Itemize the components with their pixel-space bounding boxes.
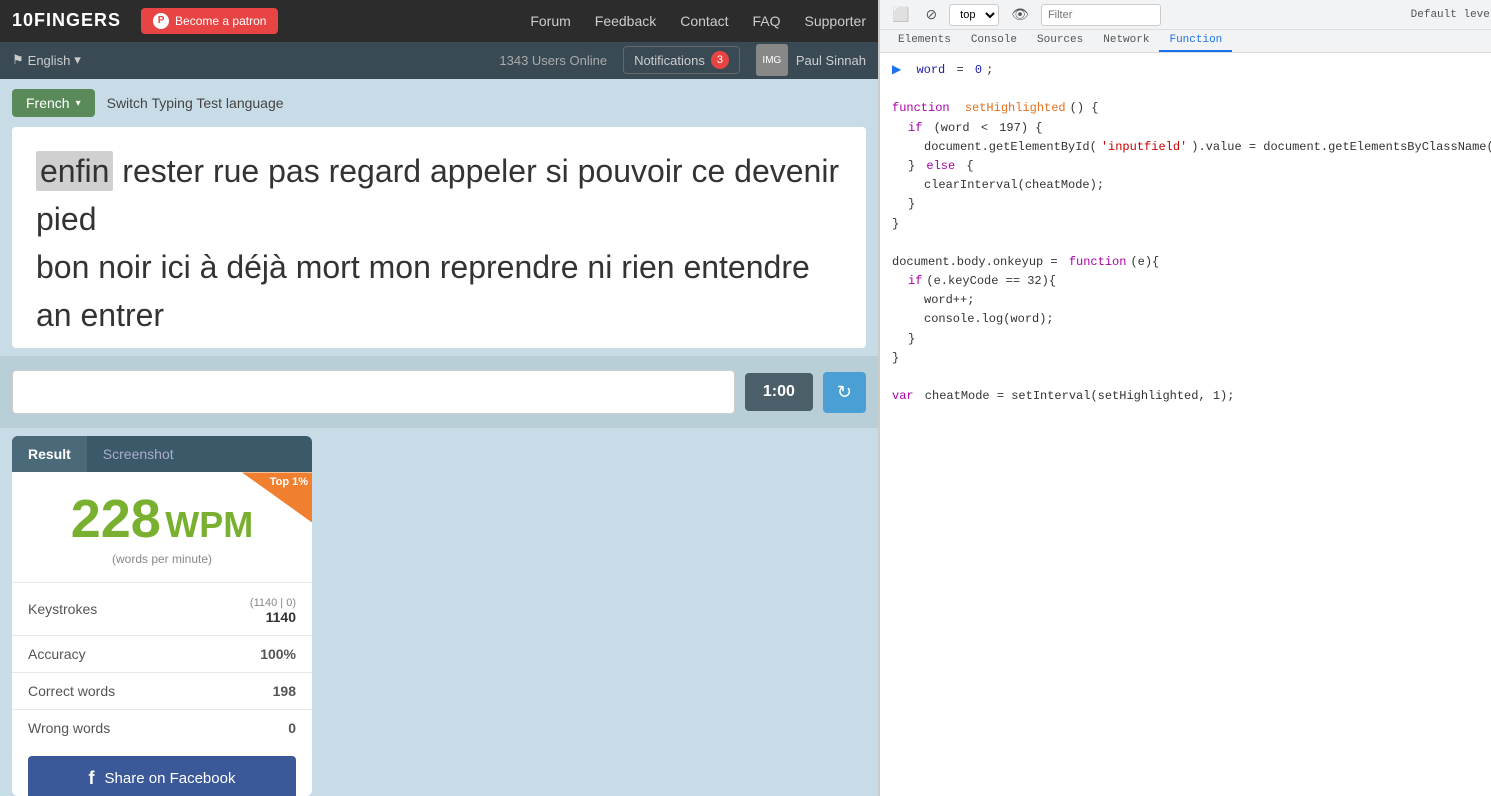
devtools-default-levels: Default levels xyxy=(1411,9,1491,21)
become-patron-button[interactable]: Become a patron xyxy=(141,8,278,34)
users-online-count: 1343 Users Online xyxy=(499,53,607,68)
chevron-down-icon: ▾ xyxy=(74,52,81,68)
keystrokes-number: 1140 xyxy=(266,609,296,625)
user-name: Paul Sinnah xyxy=(796,53,866,68)
code-line-close-if-keycode: } xyxy=(892,330,1491,349)
devtools-tabs: Elements Console Sources Network Functio… xyxy=(880,30,1491,53)
wpm-number: 228 xyxy=(71,489,161,549)
code-line-word-inc: word++; xyxy=(892,291,1491,310)
language-selector[interactable]: ⚑ English ▾ xyxy=(12,52,81,68)
avatar: IMG xyxy=(756,44,788,76)
language-name: English xyxy=(28,53,71,68)
nav-faq[interactable]: FAQ xyxy=(753,13,781,29)
typing-text-area: enfin rester rue pas regard appeler si p… xyxy=(12,127,866,348)
code-line-console-log: console.log(word); xyxy=(892,310,1491,329)
code-line-function: function setHighlighted () { xyxy=(892,99,1491,118)
devtools-filter-input[interactable] xyxy=(1041,4,1161,26)
devtools-tab-elements[interactable]: Elements xyxy=(888,30,961,52)
user-area: IMG Paul Sinnah xyxy=(756,44,866,76)
code-line-1: ▶ word = 0 ; xyxy=(892,61,1491,80)
wrong-words-label: Wrong words xyxy=(12,710,193,747)
nav-supporter[interactable]: Supporter xyxy=(805,13,866,29)
devtools-tab-sources[interactable]: Sources xyxy=(1027,30,1093,52)
nav-links: Forum Feedback Contact FAQ Supporter xyxy=(530,13,866,29)
keystrokes-detail: (1140 | 0) xyxy=(250,597,296,609)
code-line-if: if (word < 197) { xyxy=(892,119,1491,138)
wpm-area: Top 1% 228 WPM (words per minute) xyxy=(12,472,312,582)
nav-contact[interactable]: Contact xyxy=(680,13,728,29)
devtools-mobile-button[interactable]: ⊘ xyxy=(921,4,941,25)
notifications-label: Notifications xyxy=(634,53,705,68)
wrong-words-value: 0 xyxy=(193,710,312,747)
share-facebook-label: Share on Facebook xyxy=(105,770,236,787)
code-line-blank-1 xyxy=(892,80,1491,99)
results-tabs: Result Screenshot xyxy=(12,436,312,472)
accuracy-label: Accuracy xyxy=(12,636,193,673)
code-line-close-onkeyup: } xyxy=(892,349,1491,368)
devtools-tab-console[interactable]: Console xyxy=(961,30,1027,52)
code-line-blank-3 xyxy=(892,368,1491,387)
code-line-onkeyup: document.body.onkeyup = function (e){ xyxy=(892,253,1491,272)
typing-line-2: bon noir ici à déjà mort mon reprendre n… xyxy=(36,243,842,339)
correct-words-value: 198 xyxy=(193,673,312,710)
french-language-button[interactable]: French ▾ xyxy=(12,89,95,117)
code-line-close-else: } xyxy=(892,195,1491,214)
wpm-display: 228 WPM xyxy=(28,488,296,550)
code-line-clearinterval: clearInterval(cheatMode); xyxy=(892,176,1491,195)
code-line-if-keycode: if (e.keyCode == 32){ xyxy=(892,272,1491,291)
keystrokes-label: Keystrokes xyxy=(12,583,193,636)
results-panel: Result Screenshot Top 1% 228 WPM (words … xyxy=(12,436,312,796)
devtools-eye-button[interactable]: 👁 xyxy=(1007,4,1033,25)
nav-feedback[interactable]: Feedback xyxy=(595,13,656,29)
typing-line-1: enfin rester rue pas regard appeler si p… xyxy=(36,147,842,243)
devtools-context-select[interactable]: top xyxy=(949,4,999,26)
wpm-sublabel: (words per minute) xyxy=(28,552,296,566)
devtools-panel: ⬜ ⊘ top 👁 Default levels ▾ Elements Cons… xyxy=(878,0,1491,796)
code-line-getbyid: document.getElementById( 'inputfield' ).… xyxy=(892,138,1491,157)
highlighted-word: enfin xyxy=(36,151,113,191)
code-line-blank-2 xyxy=(892,234,1491,253)
devtools-tab-function[interactable]: Function xyxy=(1159,30,1232,52)
input-area: 1:00 ↻ xyxy=(0,356,878,428)
timer-display[interactable]: 1:00 xyxy=(745,373,813,411)
notification-badge: 3 xyxy=(711,51,729,69)
nav-forum[interactable]: Forum xyxy=(530,13,570,29)
devtools-tab-network[interactable]: Network xyxy=(1093,30,1159,52)
caret-icon: ▾ xyxy=(76,98,81,109)
reset-button[interactable]: ↻ xyxy=(823,372,866,413)
code-line-else: } else { xyxy=(892,157,1491,176)
triangle-icon: ▶ xyxy=(892,61,901,80)
second-nav: ⚑ English ▾ 1343 Users Online Notificati… xyxy=(0,42,878,80)
accuracy-row: Accuracy 100% xyxy=(12,636,312,673)
code-area: ▶ word = 0 ; function setHighlighted () … xyxy=(880,53,1491,796)
code-line-close-fn: } xyxy=(892,215,1491,234)
devtools-toolbar: ⬜ ⊘ top 👁 Default levels ▾ xyxy=(880,0,1491,30)
top-badge-label: Top 1% xyxy=(270,476,308,488)
keystrokes-value: (1140 | 0) 1140 xyxy=(193,583,312,636)
top-nav: 10FINGERS Become a patron Forum Feedback… xyxy=(0,0,878,42)
notifications-button[interactable]: Notifications 3 xyxy=(623,46,740,74)
stats-table: Keystrokes (1140 | 0) 1140 Accuracy 100%… xyxy=(12,582,312,746)
typing-line-1-rest: rester rue pas regard appeler si pouvoir… xyxy=(36,153,839,237)
language-bar: French ▾ Switch Typing Test language xyxy=(0,79,878,127)
code-line-var-cheatmode: var cheatMode = setInterval(setHighlight… xyxy=(892,387,1491,406)
french-label: French xyxy=(26,95,70,111)
tab-screenshot[interactable]: Screenshot xyxy=(87,436,190,472)
devtools-inspect-button[interactable]: ⬜ xyxy=(888,4,913,25)
app-logo: 10FINGERS xyxy=(12,10,121,31)
typing-input[interactable] xyxy=(12,370,735,414)
facebook-icon: f xyxy=(89,768,95,789)
switch-language-text: Switch Typing Test language xyxy=(107,95,284,111)
keystrokes-row: Keystrokes (1140 | 0) 1140 xyxy=(12,583,312,636)
correct-words-row: Correct words 198 xyxy=(12,673,312,710)
tab-result[interactable]: Result xyxy=(12,436,87,472)
share-facebook-button[interactable]: f Share on Facebook xyxy=(28,756,296,796)
correct-words-label: Correct words xyxy=(12,673,193,710)
language-label: ⚑ xyxy=(12,52,24,68)
wrong-words-row: Wrong words 0 xyxy=(12,710,312,747)
accuracy-value: 100% xyxy=(193,636,312,673)
